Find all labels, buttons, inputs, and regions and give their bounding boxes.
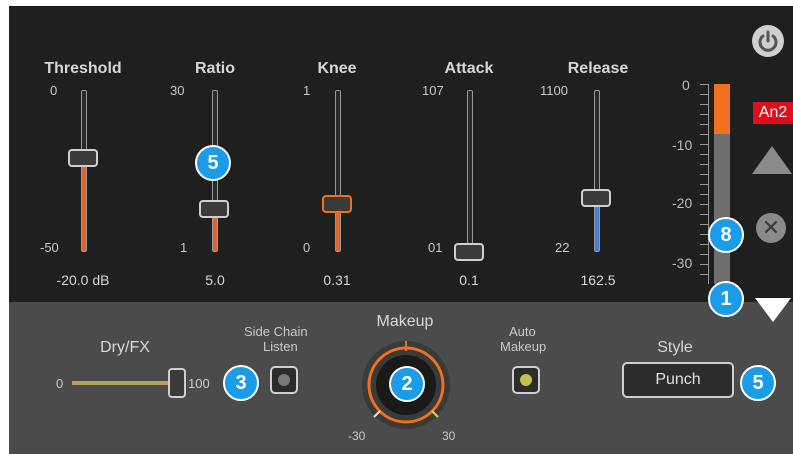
style-select[interactable]: Punch <box>622 362 734 398</box>
meter-tick-30: -30 <box>672 255 693 271</box>
meter-tick-0: 0 <box>682 77 690 93</box>
attack-track[interactable] <box>467 90 473 252</box>
style-value: Punch <box>655 371 701 388</box>
side-chain-listen-button[interactable] <box>270 366 298 394</box>
release-max: 1100 <box>540 83 568 98</box>
dry-fx-min: 0 <box>56 376 64 391</box>
side-chain-label-2: Listen <box>263 339 298 354</box>
release-min: 22 <box>555 240 570 255</box>
threshold-label: Threshold <box>44 60 122 77</box>
up-arrow-icon[interactable] <box>752 146 792 174</box>
close-icon[interactable]: ✕ <box>756 213 786 243</box>
dry-fx-thumb[interactable] <box>168 368 186 398</box>
release-value: 162.5 <box>580 272 616 288</box>
side-chain-label-1: Side Chain <box>244 324 308 339</box>
callout-3: 3 <box>223 365 259 401</box>
knee-thumb[interactable] <box>322 195 352 213</box>
down-arrow-icon[interactable] <box>755 298 791 322</box>
callout-8: 8 <box>708 217 744 253</box>
auto-makeup-label-1: Auto <box>509 324 536 339</box>
auto-makeup-label-2: Makeup <box>500 339 547 354</box>
attack-label: Attack <box>444 60 494 77</box>
auto-makeup-button[interactable] <box>512 366 540 394</box>
threshold-value: -20.0 dB <box>56 272 110 288</box>
attack-max: 107 <box>422 83 444 98</box>
ratio-min: 1 <box>180 240 188 255</box>
threshold-fill <box>82 158 86 251</box>
makeup-label: Makeup <box>376 313 434 330</box>
meter-ticks <box>700 84 709 284</box>
knee-min: 0 <box>303 240 311 255</box>
dry-fx-max: 100 <box>188 376 210 391</box>
makeup-min: -30 <box>348 429 366 443</box>
dry-fx-track[interactable] <box>72 381 172 385</box>
threshold-max: 0 <box>50 83 58 98</box>
attack-thumb[interactable] <box>454 243 484 261</box>
auto-makeup-indicator <box>520 374 532 386</box>
ratio-value: 5.0 <box>205 272 225 288</box>
callout-5: 5 <box>740 365 776 401</box>
callout-4: 5 <box>195 145 231 181</box>
dry-fx-label: Dry/FX <box>100 339 150 356</box>
meter-tick-10: -10 <box>672 137 693 153</box>
meter-tick-20: -20 <box>672 195 693 211</box>
attack-min: 01 <box>428 240 443 255</box>
release-thumb[interactable] <box>581 189 611 207</box>
attack-value: 0.1 <box>459 272 479 288</box>
ratio-max: 30 <box>170 83 185 98</box>
knee-label: Knee <box>317 60 357 77</box>
knee-value: 0.31 <box>323 272 351 288</box>
style-label: Style <box>657 339 693 356</box>
side-chain-indicator <box>278 374 290 386</box>
channel-tag: An2 <box>753 102 793 124</box>
callout-2: 2 <box>389 366 425 402</box>
threshold-thumb[interactable] <box>68 149 98 167</box>
release-label: Release <box>567 60 629 77</box>
threshold-min: -50 <box>40 240 59 255</box>
level-meter <box>714 84 730 284</box>
level-meter-fill <box>714 84 730 134</box>
ratio-thumb[interactable] <box>199 200 229 218</box>
ratio-label: Ratio <box>195 60 235 77</box>
callout-1: 1 <box>708 281 744 317</box>
makeup-max: 30 <box>442 429 456 443</box>
knee-max: 1 <box>303 83 311 98</box>
power-icon[interactable] <box>752 25 784 57</box>
